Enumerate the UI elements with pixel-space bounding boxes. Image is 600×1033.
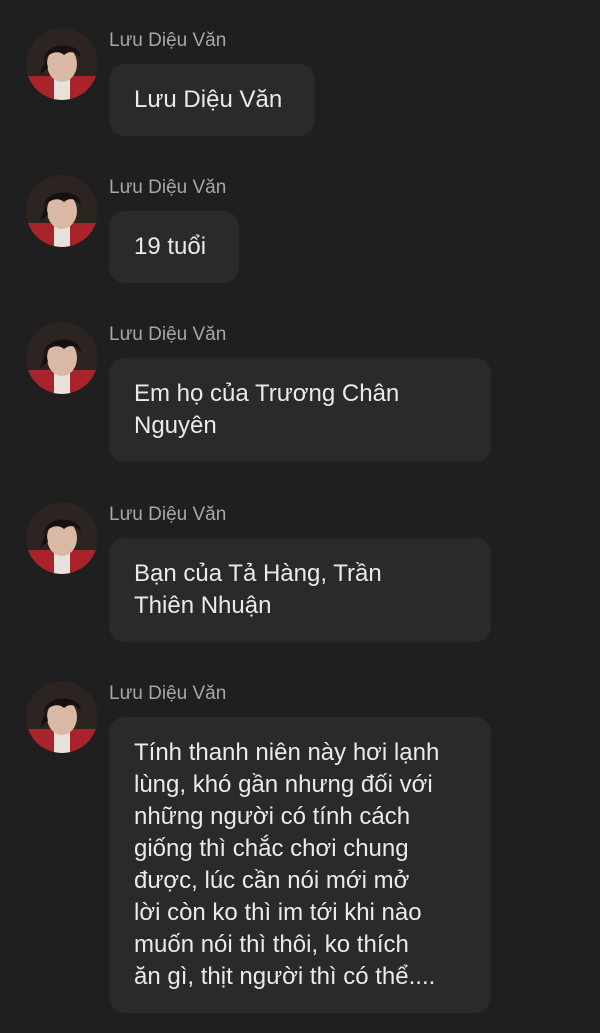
message-bubble: Bạn của Tả Hàng, Trần Thiên Nhuận (109, 538, 491, 642)
sender-name: Lưu Diệu Văn (109, 683, 227, 704)
message-bubble: Lưu Diệu Văn (109, 64, 315, 136)
sender-name: Lưu Diệu Văn (109, 177, 227, 198)
sender-name: Lưu Diệu Văn (109, 504, 227, 525)
user-avatar-icon[interactable] (26, 28, 98, 100)
message-bubble: 19 tuổi (109, 211, 239, 283)
user-avatar-icon[interactable] (26, 322, 98, 394)
sender-name: Lưu Diệu Văn (109, 324, 227, 345)
message-bubble: Em họ của Trương Chân Nguyên (109, 358, 491, 462)
user-avatar-icon[interactable] (26, 175, 98, 247)
message-bubble: Tính thanh niên này hơi lạnh lùng, khó g… (109, 717, 491, 1013)
user-avatar-icon[interactable] (26, 681, 98, 753)
sender-name: Lưu Diệu Văn (109, 30, 227, 51)
user-avatar-icon[interactable] (26, 502, 98, 574)
